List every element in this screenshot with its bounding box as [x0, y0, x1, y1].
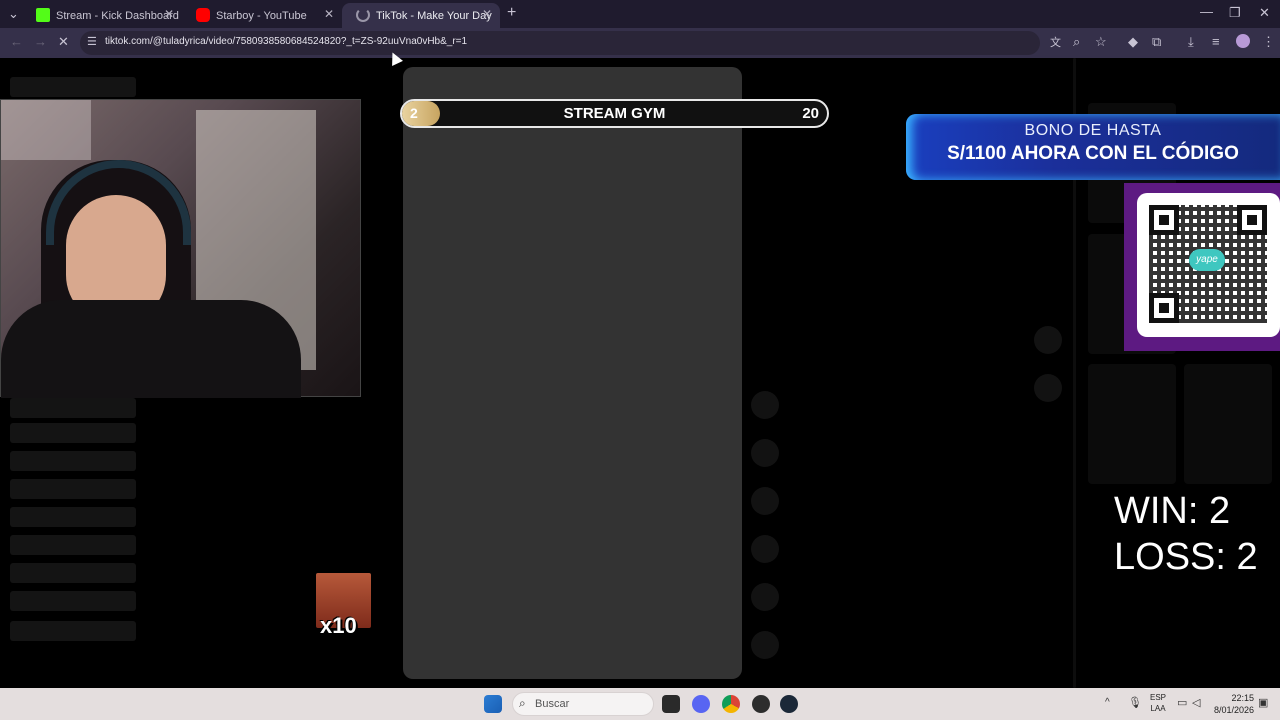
search-icon: ⌕ [519, 696, 526, 710]
address-bar[interactable]: ☰ tiktok.com/@tuladyrica/video/758093858… [80, 31, 1040, 55]
stop-loading-icon[interactable]: ✕ [58, 34, 69, 50]
media-icon[interactable]: ≡ [1212, 34, 1220, 49]
qr-finder [1237, 205, 1267, 235]
action-button-placeholder[interactable] [751, 535, 779, 563]
skeleton-bar [10, 591, 136, 611]
win-count: WIN: 2 [1114, 490, 1231, 532]
person-body [1, 300, 301, 398]
site-info-icon[interactable]: ☰ [87, 35, 97, 48]
skeleton-bar [10, 535, 136, 555]
network-icon[interactable]: ▭ [1177, 696, 1187, 709]
close-tab-icon[interactable]: ✕ [482, 7, 492, 21]
loading-icon [356, 8, 370, 22]
lang-code: ESP [1150, 693, 1167, 702]
search-placeholder: Buscar [535, 698, 570, 710]
chrome-icon[interactable] [722, 695, 740, 713]
action-button-placeholder[interactable] [751, 583, 779, 611]
qr-finder [1149, 205, 1179, 235]
volume-icon[interactable]: ◁ [1192, 696, 1200, 709]
headset [46, 160, 191, 245]
streamer-webcam [0, 99, 361, 398]
thumbnail-placeholder[interactable] [1184, 364, 1272, 484]
yape-qr-panel: yape [1124, 183, 1280, 351]
yape-logo: yape [1189, 249, 1225, 271]
close-window-icon[interactable]: ✕ [1259, 5, 1270, 21]
lang-layout: LAA [1150, 704, 1166, 713]
tab-search-chevron-icon[interactable]: ⌄ [8, 6, 19, 22]
profile-avatar-icon[interactable] [1236, 34, 1250, 48]
obs-icon[interactable] [752, 695, 770, 713]
stream-gym-bar: 2 STREAM GYM 20 [400, 99, 829, 128]
taskbar-clock[interactable]: 22:15 8/01/2026 [1214, 692, 1254, 716]
emote-multiplier: x10 [320, 613, 357, 638]
bono-line2: S/1100 AHORA CON EL CÓDIGO [947, 143, 1239, 164]
nav-button-placeholder[interactable] [1034, 374, 1062, 402]
wall-decor [1, 100, 91, 160]
minimize-icon[interactable]: — [1200, 4, 1213, 19]
tab-youtube[interactable]: Starboy - YouTube ✕ [182, 3, 342, 28]
tab-label: Stream - Kick Dashboard [56, 9, 179, 22]
language-indicator[interactable]: ESP LAA [1150, 692, 1166, 714]
action-button-placeholder[interactable] [751, 631, 779, 659]
tray-chevron-icon[interactable]: ^ [1105, 697, 1110, 708]
kick-icon [36, 8, 50, 22]
tab-tiktok[interactable]: TikTok - Make Your Day ✕ [342, 3, 500, 28]
action-button-placeholder[interactable] [751, 487, 779, 515]
youtube-icon [196, 8, 210, 22]
skeleton-bar [10, 479, 136, 499]
video-player[interactable] [403, 67, 742, 679]
extension-icon[interactable]: ◆ [1128, 34, 1138, 50]
close-tab-icon[interactable]: ✕ [324, 7, 334, 21]
menu-kebab-icon[interactable]: ⋮ [1262, 34, 1275, 50]
qr-card: yape [1137, 193, 1280, 337]
bookmark-star-icon[interactable]: ☆ [1095, 34, 1107, 50]
skeleton-bar [10, 77, 136, 97]
action-button-placeholder[interactable] [751, 439, 779, 467]
skeleton-bar [10, 621, 136, 641]
tab-label: TikTok - Make Your Day [376, 9, 492, 22]
bono-banner: BONO DE HASTA S/1100 AHORA CON EL CÓDIGO [906, 114, 1280, 180]
thumbnail-placeholder[interactable] [1088, 364, 1176, 484]
discord-icon[interactable] [692, 695, 710, 713]
translate-icon[interactable]: 文 [1050, 34, 1061, 50]
task-view-icon[interactable] [662, 695, 680, 713]
maximize-icon[interactable]: ❐ [1229, 5, 1241, 21]
new-tab-icon[interactable]: + [507, 4, 516, 22]
zoom-icon[interactable]: ⌕ [1073, 34, 1080, 50]
notification-icon[interactable]: ▣ [1258, 696, 1268, 709]
skeleton-bar [10, 563, 136, 583]
taskbar-search-input[interactable]: ⌕ Buscar [512, 692, 654, 716]
skeleton-bar [10, 398, 136, 418]
back-icon[interactable]: ← [10, 34, 23, 49]
browser-toolbar: ← → ✕ ☰ tiktok.com/@tuladyrica/video/758… [0, 28, 1280, 58]
action-button-placeholder[interactable] [751, 391, 779, 419]
url-text[interactable]: tiktok.com/@tuladyrica/video/75809385806… [105, 36, 467, 47]
clock-time: 22:15 [1231, 693, 1254, 703]
skeleton-bar [10, 451, 136, 471]
tiktok-page: 2 STREAM GYM 20 BONO DE HASTA S/1100 AHO… [0, 58, 1280, 688]
browser-tab-bar: ⌄ Stream - Kick Dashboard ✕ Starboy - Yo… [0, 0, 1280, 28]
clock-date: 8/01/2026 [1213, 705, 1254, 715]
skeleton-bar [10, 423, 136, 443]
tab-label: Starboy - YouTube [216, 9, 307, 22]
nav-button-placeholder[interactable] [1034, 326, 1062, 354]
loss-count: LOSS: 2 [1114, 536, 1258, 578]
windows-taskbar: ⌕ Buscar ^ 🎙 ESP LAA ▭ ◁ 22:15 8/01/2026… [0, 688, 1280, 720]
bono-line1: BONO DE HASTA [1024, 122, 1162, 139]
extensions-puzzle-icon[interactable]: ⧉ [1152, 34, 1161, 50]
tab-kick-dashboard[interactable]: Stream - Kick Dashboard ✕ [22, 3, 182, 28]
microphone-icon[interactable]: 🎙 [1128, 696, 1142, 709]
win-loss-counter: WIN: 2 LOSS: 2 [1114, 488, 1258, 580]
steam-icon[interactable] [780, 695, 798, 713]
gym-title: STREAM GYM [563, 105, 666, 122]
skeleton-bar [10, 507, 136, 527]
close-tab-icon[interactable]: ✕ [164, 7, 174, 21]
laughing-emote: x10 [316, 573, 371, 638]
gym-count: 20 [802, 105, 819, 122]
download-icon[interactable]: ⤓ [1188, 34, 1194, 50]
qr-finder [1149, 293, 1179, 323]
windows-start-icon[interactable] [484, 695, 502, 713]
forward-icon[interactable]: → [34, 34, 47, 49]
